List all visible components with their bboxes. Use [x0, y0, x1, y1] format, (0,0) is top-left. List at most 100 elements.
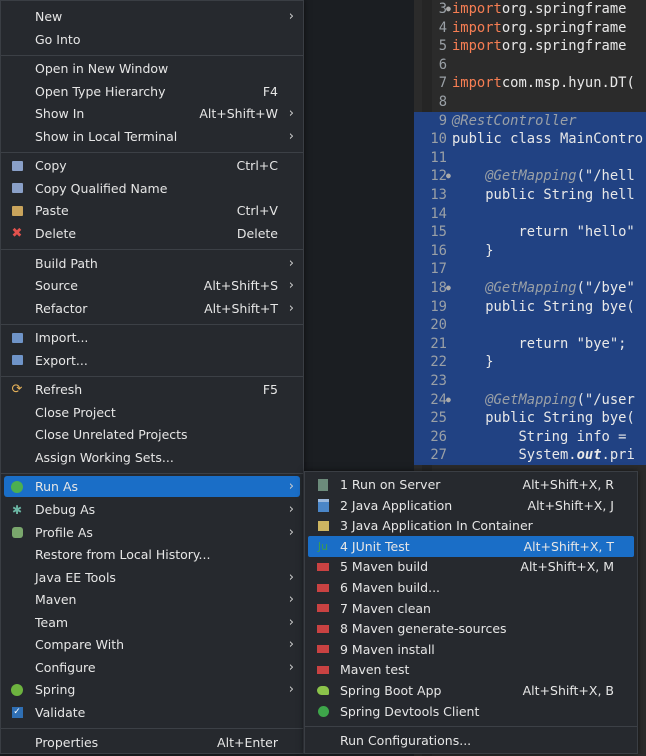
code-line[interactable]: 27 System.out.pri [414, 446, 646, 465]
code-text: public String bye( [452, 409, 635, 428]
menu-item-profile-as[interactable]: Profile As › [4, 522, 300, 543]
code-text: @RestController [452, 112, 577, 131]
menu-item-close-project[interactable]: Close Project [4, 402, 300, 423]
paste-icon [10, 204, 24, 218]
code-text: importorg.springframe [452, 0, 626, 19]
menu-item-configure[interactable]: Configure › [4, 657, 300, 678]
submenu-item-maven-clean[interactable]: 7 Maven clean [308, 598, 634, 619]
code-line[interactable]: 15 return "hello" [414, 223, 646, 242]
code-line[interactable]: 21 return "bye"; [414, 334, 646, 354]
code-line[interactable]: 22 } [414, 353, 646, 372]
maven-icon-shape [317, 645, 329, 654]
code-text: return "hello" [452, 223, 634, 242]
line-number: 13 [430, 187, 447, 203]
code-line[interactable]: 7 importcom.msp.hyun.DT( [414, 74, 646, 93]
submenu-item-junit-test[interactable]: Ju 4 JUnit Test Alt+Shift+X, T [308, 535, 634, 557]
menu-item-restore-local-history[interactable]: Restore from Local History... [4, 544, 300, 565]
line-number: 21 [430, 335, 447, 352]
code-line[interactable]: 9 @RestController [414, 111, 646, 131]
code-token: out [576, 447, 602, 464]
code-line[interactable]: 3 ● importorg.springframe [414, 0, 646, 19]
submenu-item-maven-build[interactable]: 5 Maven build Alt+Shift+X, M [308, 556, 634, 577]
menu-item-show-local-terminal[interactable]: Show in Local Terminal › [4, 126, 300, 147]
menu-item-delete[interactable]: ✖ Delete Delete [4, 223, 300, 244]
copy-icon-shape [11, 160, 23, 171]
code-token: @RestController [452, 112, 577, 129]
menu-item-copy[interactable]: Copy Ctrl+C [4, 155, 300, 176]
menu-item-export[interactable]: Export... [4, 350, 300, 371]
code-token: ("/hell [576, 168, 635, 185]
menu-item-refactor[interactable]: Refactor Alt+Shift+T › [4, 298, 300, 319]
code-line[interactable]: 4 importorg.springframe [414, 19, 646, 38]
code-line[interactable]: 19 public String bye( [414, 297, 646, 317]
code-text: System.out.pri [452, 446, 634, 465]
code-line[interactable]: 10 public class MainContro [414, 130, 646, 149]
code-line[interactable]: 8 [414, 93, 646, 112]
submenu-item-spring-boot-app[interactable]: Spring Boot App Alt+Shift+X, B [308, 680, 634, 701]
menu-item-source[interactable]: Source Alt+Shift+S › [4, 275, 300, 296]
menu-item-paste[interactable]: Paste Ctrl+V [4, 200, 300, 221]
submenu-item-spring-devtools-client[interactable]: Spring Devtools Client [308, 701, 634, 722]
submenu-item-run-on-server[interactable]: 1 Run on Server Alt+Shift+X, R [308, 474, 634, 495]
menu-item-spring[interactable]: Spring › [4, 679, 300, 700]
menu-item-open-new-window[interactable]: Open in New Window [4, 58, 300, 79]
submenu-item-maven-generate-sources[interactable]: 8 Maven generate-sources [308, 618, 634, 639]
fold-marker-icon[interactable]: ● [446, 167, 451, 186]
menu-item-debug-as[interactable]: ✱ Debug As › [4, 499, 300, 520]
submenu-item-maven-build-dialog[interactable]: 6 Maven build... [308, 577, 634, 598]
copy-qualified-name-icon [10, 181, 24, 195]
submenu-item-maven-test[interactable]: Maven test [308, 659, 634, 680]
menu-item-show-in[interactable]: Show In Alt+Shift+W › [4, 103, 300, 124]
menu-item-label: Maven test [340, 662, 410, 678]
code-text: String info = [452, 428, 626, 447]
menu-item-new[interactable]: New › [4, 6, 300, 27]
menu-item-copy-qualified-name[interactable]: Copy Qualified Name [4, 178, 300, 199]
submenu-item-maven-install[interactable]: 9 Maven install [308, 639, 634, 660]
menu-item-import[interactable]: Import... [4, 327, 300, 348]
code-line[interactable]: 18 ● @GetMapping("/bye" [414, 279, 646, 298]
code-line[interactable]: 5 importorg.springframe [414, 37, 646, 56]
code-line[interactable]: 13 public String hell [414, 186, 646, 205]
code-line[interactable]: 12 ● @GetMapping("/hell [414, 167, 646, 186]
menu-item-maven[interactable]: Maven › [4, 589, 300, 610]
submenu-item-run-configurations[interactable]: Run Configurations... [308, 730, 634, 751]
fold-marker-icon[interactable]: ● [446, 391, 451, 410]
line-number: 22 [430, 354, 447, 371]
menu-item-run-as[interactable]: Run As › [4, 476, 300, 498]
menu-item-go-into[interactable]: Go Into [4, 29, 300, 50]
code-line[interactable]: 11 [414, 148, 646, 168]
code-line[interactable]: 20 [414, 316, 646, 335]
fold-marker-icon[interactable]: ● [446, 279, 451, 298]
menu-item-java-ee-tools[interactable]: Java EE Tools › [4, 567, 300, 588]
code-line[interactable]: 23 [414, 372, 646, 391]
menu-item-shortcut: Alt+Enter [217, 734, 278, 750]
menu-item-refresh[interactable]: ⟳ Refresh F5 [4, 379, 300, 400]
menu-item-assign-working-sets[interactable]: Assign Working Sets... [4, 447, 300, 468]
code-line[interactable]: 25 public String bye( [414, 409, 646, 428]
menu-item-open-type-hierarchy[interactable]: Open Type Hierarchy F4 [4, 81, 300, 102]
code-text: public String hell [452, 186, 635, 205]
fold-marker-icon[interactable]: ● [446, 0, 451, 19]
code-line[interactable]: 14 [414, 204, 646, 224]
submenu-item-java-app-container[interactable]: 3 Java Application In Container [308, 515, 634, 536]
menu-item-label: Java EE Tools [35, 569, 116, 585]
menu-item-build-path[interactable]: Build Path › [4, 253, 300, 274]
code-line[interactable]: 24 ● @GetMapping("/user [414, 390, 646, 410]
menu-item-close-unrelated-projects[interactable]: Close Unrelated Projects [4, 424, 300, 445]
chevron-right-icon: › [288, 592, 294, 608]
menu-item-label: 7 Maven clean [340, 600, 431, 616]
spring-boot-icon-shape [317, 686, 329, 695]
menu-item-properties[interactable]: Properties Alt+Enter [4, 732, 300, 753]
code-line[interactable]: 26 String info = [414, 427, 646, 447]
menu-item-validate[interactable]: ✓ Validate [4, 702, 300, 723]
submenu-item-java-application[interactable]: 2 Java Application Alt+Shift+X, J [308, 495, 634, 516]
menu-item-label: Debug As [35, 502, 96, 517]
menu-item-team[interactable]: Team › [4, 612, 300, 633]
export-icon [10, 353, 24, 367]
code-line[interactable]: 6 [414, 56, 646, 75]
maven-icon [316, 581, 330, 595]
menu-item-compare-with[interactable]: Compare With › [4, 634, 300, 655]
chevron-right-icon: › [288, 479, 294, 495]
code-line[interactable]: 16 } [414, 241, 646, 261]
code-line[interactable]: 17 [414, 260, 646, 279]
